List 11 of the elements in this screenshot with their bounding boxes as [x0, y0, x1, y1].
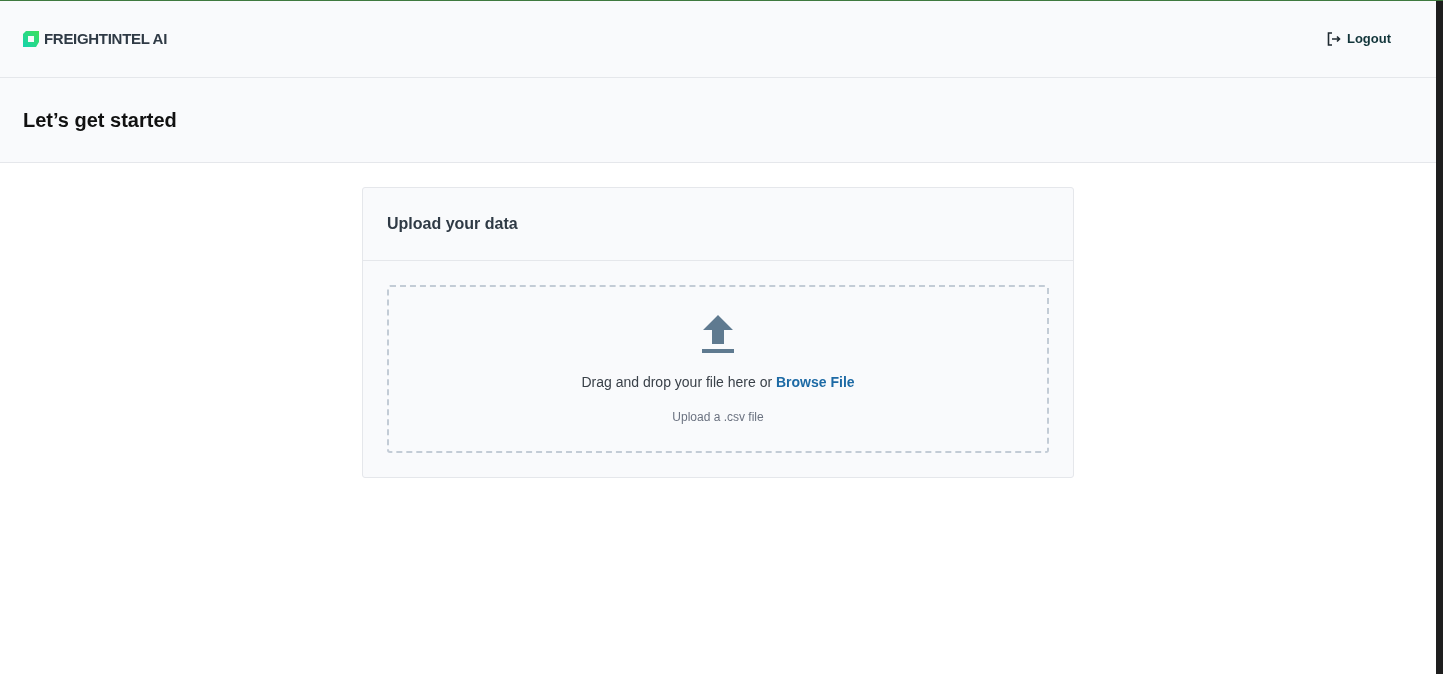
card-title: Upload your data [387, 214, 518, 234]
dropzone-prompt: Drag and drop your file here or Browse File [581, 373, 855, 392]
browse-file-link[interactable]: Browse File [776, 374, 855, 390]
logout-button[interactable]: Logout [1326, 29, 1391, 49]
logo-icon [23, 31, 39, 47]
dropzone-hint: Upload a .csv file [672, 409, 764, 426]
page-title: Let’s get started [23, 108, 177, 133]
logout-icon [1326, 32, 1341, 46]
brand-name: FREIGHTINTEL AI [44, 28, 167, 49]
dropzone[interactable]: Drag and drop your file here or Browse File Upload a .csv file [387, 285, 1049, 453]
upload-icon [702, 315, 734, 353]
